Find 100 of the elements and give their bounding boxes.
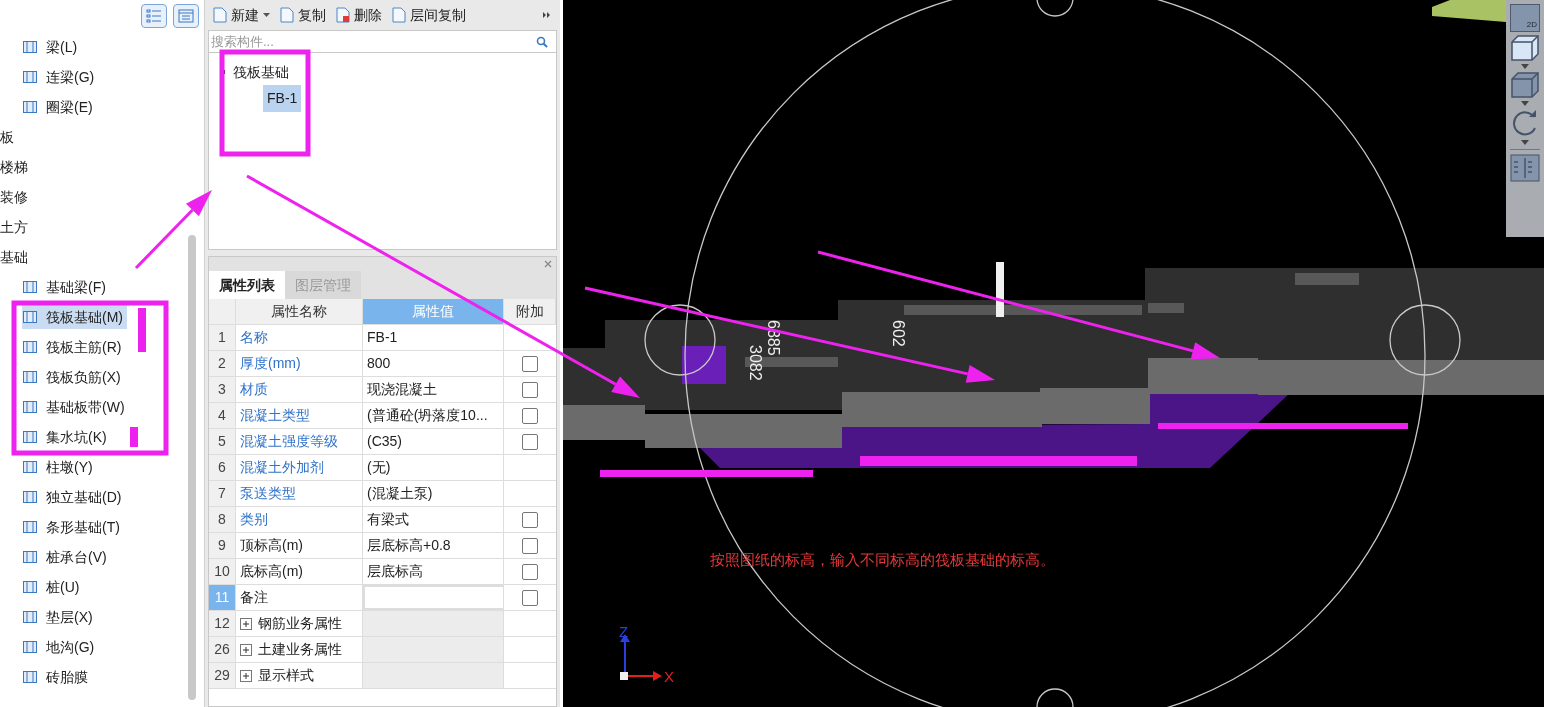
outline-grid-icon <box>22 669 38 685</box>
property-value: (普通砼(坍落度10... <box>363 403 504 428</box>
expand-button[interactable] <box>240 617 252 630</box>
tree-item[interactable]: 桩承台(V) <box>22 545 111 569</box>
tree-item[interactable]: 连梁(G) <box>22 65 99 89</box>
document-icon <box>213 7 227 23</box>
search-icon <box>536 35 548 48</box>
tree-item[interactable]: 独立基础(D) <box>22 485 126 509</box>
outline-grid-icon <box>22 459 38 475</box>
checklist-icon[interactable] <box>1510 154 1540 182</box>
tree-item[interactable]: 筏板基础(M) <box>22 305 127 329</box>
outline-grid-icon <box>22 579 38 595</box>
row-number: 1 <box>209 325 236 350</box>
expand-button[interactable] <box>240 643 252 656</box>
category-item[interactable]: 装修 <box>0 186 28 208</box>
checkbox[interactable] <box>522 433 538 450</box>
tree-item[interactable]: 基础板带(W) <box>22 395 129 419</box>
plus-icon <box>242 671 250 680</box>
checkbox[interactable] <box>522 407 538 424</box>
checkbox[interactable] <box>522 589 538 606</box>
close-icon[interactable] <box>544 260 552 268</box>
tree-item[interactable]: 梁(L) <box>22 35 82 59</box>
tab[interactable]: 属性列表 <box>209 271 285 299</box>
category-item[interactable]: 板 <box>0 126 14 148</box>
property-value: 层底标高 <box>363 559 504 584</box>
property-name: 泵送类型 <box>236 481 363 506</box>
dimension-label: 3082 <box>747 345 764 381</box>
category-item[interactable]: 基础 <box>0 246 28 268</box>
tree-item[interactable]: 条形基础(T) <box>22 515 124 539</box>
property-name: 顶标高(m) <box>236 533 363 558</box>
property-name: 混凝土外加剂 <box>236 455 363 480</box>
outline-grid-icon <box>22 429 38 445</box>
caret-icon[interactable] <box>1521 101 1529 106</box>
group-label: 显示样式 <box>258 666 314 685</box>
outline-grid-icon <box>22 609 38 625</box>
group-label: 土建业务属性 <box>258 640 342 659</box>
tree-item[interactable]: 砖胎膜 <box>22 665 92 689</box>
property-value: (无) <box>363 455 504 480</box>
cube-icon[interactable] <box>1510 71 1540 99</box>
outline-grid-icon <box>22 39 38 55</box>
tree-item[interactable]: 集水坑(K) <box>22 425 111 449</box>
property-name: 备注 <box>236 585 363 610</box>
row-number: 5 <box>209 429 236 454</box>
outline-grid-icon <box>22 99 38 115</box>
checkbox[interactable] <box>522 537 538 554</box>
tree-item[interactable]: 地沟(G) <box>22 635 99 659</box>
toolbar-button[interactable]: 复制 <box>280 3 326 27</box>
row-number: 10 <box>209 559 236 584</box>
checkbox[interactable] <box>522 381 538 398</box>
outline-grid-icon <box>22 489 38 505</box>
toolbar-button[interactable]: 层间复制 <box>392 3 466 27</box>
scrollbar-thumb[interactable] <box>188 235 196 700</box>
outline-grid-icon <box>22 549 38 565</box>
column-header[interactable]: 附加 <box>504 299 556 324</box>
row-number: 26 <box>209 637 236 662</box>
annotation-mark <box>138 308 146 352</box>
more-icon[interactable] <box>543 11 551 19</box>
caret-icon[interactable] <box>1521 64 1529 69</box>
axis-label: X <box>664 668 674 685</box>
small-circle-outline <box>644 304 716 376</box>
document-icon <box>336 7 350 23</box>
tree-group[interactable]: 筏板基础 <box>233 61 289 83</box>
row-number: 8 <box>209 507 236 532</box>
tree-item[interactable]: 桩(U) <box>22 575 84 599</box>
toolbar-button[interactable]: 删除 <box>336 3 382 27</box>
2d-view-button[interactable]: 2D <box>1510 4 1540 32</box>
tree-item[interactable]: 圈梁(E) <box>22 95 97 119</box>
checkbox[interactable] <box>522 563 538 580</box>
value-input-field[interactable] <box>363 585 504 610</box>
checkbox[interactable] <box>522 511 538 528</box>
category-item[interactable]: 楼梯 <box>0 156 28 178</box>
wireframe-cube-icon[interactable] <box>1510 34 1540 62</box>
column-header[interactable]: 属性名称 <box>236 299 363 324</box>
property-name: 材质 <box>236 377 363 402</box>
tree-item[interactable]: 柱墩(Y) <box>22 455 97 479</box>
tree-item[interactable]: 筏板主筋(R) <box>22 335 126 359</box>
row-number: 7 <box>209 481 236 506</box>
plus-icon <box>242 619 250 628</box>
row-number: 12 <box>209 611 236 636</box>
caret-icon[interactable] <box>1521 140 1529 145</box>
checkbox[interactable] <box>522 355 538 372</box>
outline-grid-icon <box>22 279 38 295</box>
tree-item[interactable]: 筏板负筋(X) <box>22 365 125 389</box>
tree-item[interactable]: FB-1 <box>263 84 302 112</box>
row-number: 9 <box>209 533 236 558</box>
search-field[interactable]: 搜索构件... <box>211 31 536 52</box>
list-icon <box>146 9 162 23</box>
toolbar-button[interactable]: 新建 <box>213 3 270 27</box>
row-number: 29 <box>209 663 236 688</box>
small-circle-outline <box>1389 304 1461 376</box>
property-value: 800 <box>363 351 504 376</box>
tree-item[interactable]: 基础梁(F) <box>22 275 110 299</box>
property-value: (C35) <box>363 429 504 454</box>
outline-grid-icon <box>22 519 38 535</box>
property-value: 有梁式 <box>363 507 504 532</box>
tree-item[interactable]: 垫层(X) <box>22 605 97 629</box>
category-item[interactable]: 土方 <box>0 216 28 238</box>
outline-grid-icon <box>22 339 38 355</box>
property-name: 混凝土类型 <box>236 403 363 428</box>
expand-button[interactable] <box>240 669 252 682</box>
